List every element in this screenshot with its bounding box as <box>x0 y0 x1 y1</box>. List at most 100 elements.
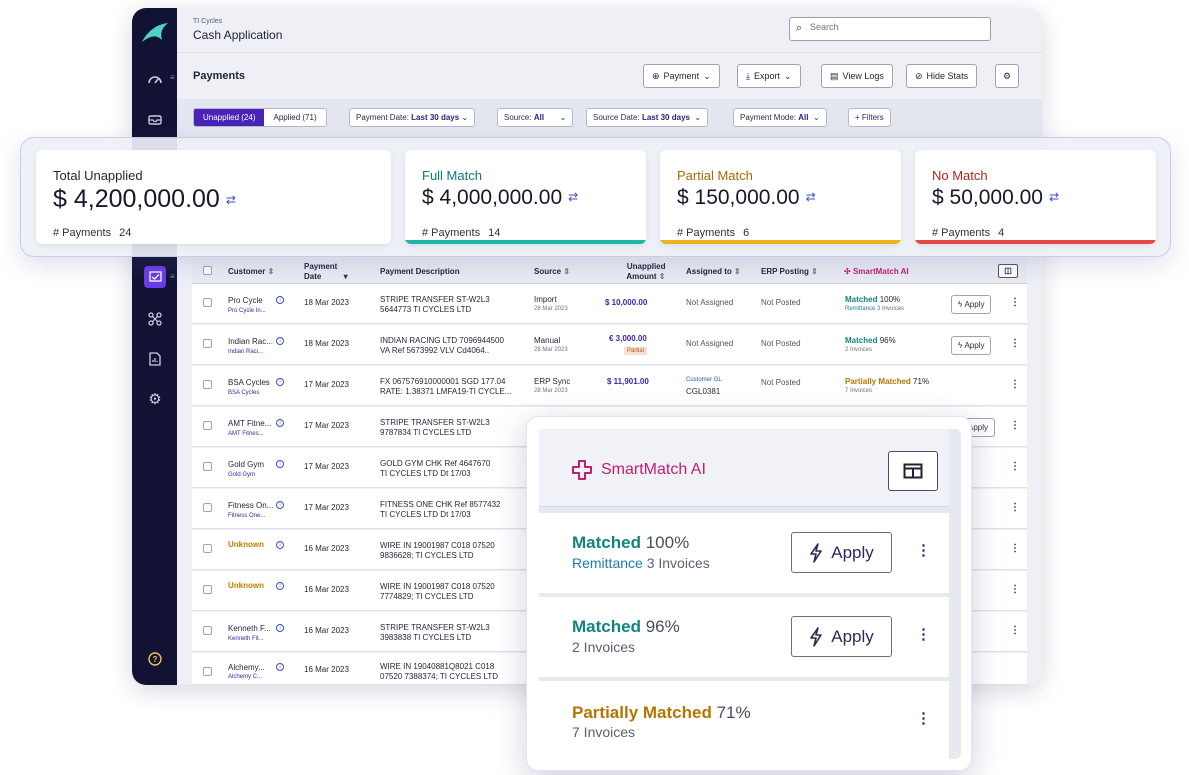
source-filter[interactable]: Source: All ⌄ <box>497 108 574 127</box>
col-erp[interactable]: ERP Posting ⇕ <box>761 267 818 277</box>
row-checkbox[interactable] <box>203 667 212 676</box>
customer-sub[interactable]: Gold Gym <box>228 472 255 478</box>
assigned-to[interactable]: Customer GL <box>686 377 722 383</box>
payment-button[interactable]: ⊕ Payment ⌄ <box>643 64 720 88</box>
customer-sub[interactable]: BSA Cycles <box>228 390 259 396</box>
settings-icon[interactable]: ⚙ <box>144 388 166 410</box>
export-button[interactable]: ⤓ Export ⌄ <box>737 64 801 88</box>
more-options-icon[interactable]: ⋮ <box>916 541 931 559</box>
row-checkbox[interactable] <box>203 544 212 553</box>
hide-stats-button[interactable]: ⊘ Hide Stats <box>906 64 978 88</box>
row-checkbox[interactable] <box>203 462 212 471</box>
inbox-icon[interactable] <box>144 108 166 130</box>
customer-name[interactable]: Indian Rac... <box>228 337 273 346</box>
more-options-icon[interactable]: ⋮ <box>1010 543 1020 554</box>
more-options-icon[interactable]: ⋮ <box>1010 379 1020 390</box>
info-icon[interactable]: i <box>276 624 284 632</box>
smartmatch-row[interactable]: Matched 96% 2 Invoices Apply ⋮ <box>539 597 949 677</box>
apply-button[interactable]: ϟ Apply <box>951 295 992 314</box>
customer-sub[interactable]: Pro Cycle In... <box>228 308 266 314</box>
customer-sub[interactable]: AMT Fitnes... <box>228 431 264 437</box>
row-checkbox[interactable] <box>203 503 212 512</box>
customer-name[interactable]: Kenneth F... <box>228 624 271 633</box>
columns-toggle-icon[interactable]: ◫ <box>998 264 1018 278</box>
payments-icon[interactable] <box>144 266 166 288</box>
row-checkbox[interactable] <box>203 380 212 389</box>
stat-card-total-unapplied[interactable]: Total Unapplied $ 4,200,000.00 ⇄ # Paymen… <box>36 150 391 244</box>
table-row[interactable]: Pro Cycle Pro Cycle In... i 18 Mar 2023 … <box>192 284 1027 324</box>
smartmatch-row[interactable]: Matched 100% Remittance 3 Invoices Apply… <box>539 513 949 593</box>
more-options-icon[interactable]: ⋮ <box>1010 461 1020 472</box>
tab-unapplied[interactable]: Unapplied (24) <box>194 109 265 126</box>
expand-menu-icon[interactable]: ≡ <box>170 73 176 82</box>
apply-button[interactable]: Apply <box>791 616 892 657</box>
tab-applied[interactable]: Applied (71) <box>264 109 325 126</box>
more-options-icon[interactable]: ⋮ <box>916 709 931 727</box>
source-date-filter[interactable]: Source Date: Last 30 days ⌄ <box>586 108 709 127</box>
columns-toggle-button[interactable] <box>888 451 938 491</box>
customer-sub[interactable]: Kenneth Fit... <box>228 636 264 642</box>
help-icon[interactable]: ? <box>144 648 166 670</box>
view-logs-button[interactable]: ▤ View Logs <box>821 64 893 88</box>
customer-unknown[interactable]: Unknown <box>228 581 264 590</box>
table-row[interactable]: Indian Rac... Indian Raci... i 18 Mar 20… <box>192 325 1027 365</box>
row-checkbox[interactable] <box>203 298 212 307</box>
settings-button[interactable]: ⚙ <box>995 64 1020 88</box>
currency-swap-icon[interactable]: ⇄ <box>226 193 236 207</box>
currency-swap-icon[interactable]: ⇄ <box>568 190 578 204</box>
col-amount[interactable]: Unapplied Amount ⇕ <box>613 262 665 282</box>
customer-sub[interactable]: Indian Raci... <box>228 349 263 355</box>
smartmatch-row[interactable]: Partially Matched 71% 7 Invoices ⋮ <box>539 681 949 759</box>
row-checkbox[interactable] <box>203 339 212 348</box>
workflow-icon[interactable] <box>144 308 166 330</box>
customer-sub[interactable]: Fitness One... <box>228 513 265 519</box>
info-icon[interactable]: i <box>276 460 284 468</box>
currency-swap-icon[interactable]: ⇄ <box>806 190 816 204</box>
info-icon[interactable]: i <box>276 378 284 386</box>
col-assigned[interactable]: Assigned to ⇕ <box>686 267 741 277</box>
app-logo-icon[interactable] <box>140 20 170 46</box>
more-options-icon[interactable]: ⋮ <box>1010 584 1020 595</box>
table-row[interactable]: BSA Cycles BSA Cycles i 17 Mar 2023 FX 0… <box>192 366 1027 406</box>
search-box[interactable]: ⌕ <box>789 17 991 41</box>
info-icon[interactable]: i <box>276 337 284 345</box>
customer-name[interactable]: AMT Fitne... <box>228 419 271 428</box>
row-checkbox[interactable] <box>203 626 212 635</box>
customer-name[interactable]: BSA Cycles <box>228 378 270 387</box>
apply-button[interactable]: ϟ Apply <box>951 336 992 355</box>
row-checkbox[interactable] <box>203 585 212 594</box>
stat-card-partial-match[interactable]: Partial Match $ 150,000.00 ⇄ # Payments 6 <box>660 150 901 244</box>
info-icon[interactable]: i <box>276 582 284 590</box>
more-options-icon[interactable]: ⋮ <box>916 625 931 643</box>
stat-card-full-match[interactable]: Full Match $ 4,000,000.00 ⇄ # Payments 14 <box>405 150 646 244</box>
info-icon[interactable]: i <box>276 541 284 549</box>
customer-name[interactable]: Fitness On... <box>228 501 273 510</box>
customer-name[interactable]: Alchemy... <box>228 663 265 672</box>
payment-date-filter[interactable]: Payment Date: Last 30 days ⌄ <box>349 108 476 127</box>
remittance-link[interactable]: Remittance <box>572 555 643 571</box>
customer-name[interactable]: Pro Cycle <box>228 296 263 305</box>
more-options-icon[interactable]: ⋮ <box>1010 297 1020 308</box>
info-icon[interactable]: i <box>276 419 284 427</box>
more-options-icon[interactable]: ⋮ <box>1010 502 1020 513</box>
col-payment-date[interactable]: Payment Date ▾ <box>304 262 348 282</box>
expand-menu-icon[interactable]: ≡ <box>170 272 176 281</box>
more-filters-button[interactable]: + Filters <box>848 108 891 127</box>
payment-mode-filter[interactable]: Payment Mode: All ⌄ <box>733 108 827 127</box>
row-checkbox[interactable] <box>203 421 212 430</box>
report-icon[interactable] <box>144 348 166 370</box>
search-input[interactable] <box>810 22 980 32</box>
remittance-link[interactable]: Remittance <box>845 306 875 312</box>
dashboard-icon[interactable] <box>144 68 166 90</box>
col-customer[interactable]: Customer ⇕ <box>228 267 274 277</box>
more-options-icon[interactable]: ⋮ <box>1010 625 1020 636</box>
select-all-checkbox[interactable] <box>203 266 212 275</box>
stat-card-no-match[interactable]: No Match $ 50,000.00 ⇄ # Payments 4 <box>915 150 1156 244</box>
more-options-icon[interactable]: ⋮ <box>1010 338 1020 349</box>
more-options-icon[interactable]: ⋮ <box>1010 420 1020 431</box>
apply-button[interactable]: Apply <box>791 532 892 573</box>
customer-unknown[interactable]: Unknown <box>228 540 264 549</box>
customer-sub[interactable]: Alchemy C... <box>228 674 262 680</box>
currency-swap-icon[interactable]: ⇄ <box>1049 190 1059 204</box>
col-source[interactable]: Source ⇕ <box>534 267 570 277</box>
